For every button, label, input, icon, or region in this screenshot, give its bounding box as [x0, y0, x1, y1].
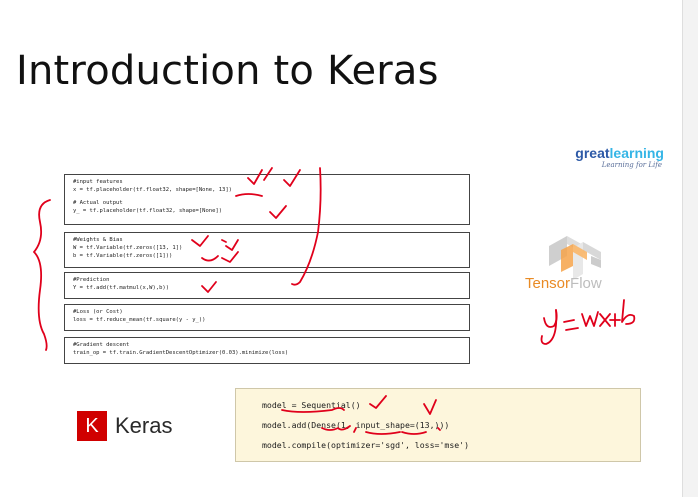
- code-line: #Weights & Bias: [73, 237, 123, 243]
- code-block-loss: #Loss (or Cost) loss = tf.reduce_mean(tf…: [64, 304, 470, 331]
- code-line: # Actual output: [73, 200, 123, 206]
- tensorflow-word-tensor: Tensor: [525, 275, 571, 292]
- keras-code-line: model = Sequential(): [262, 400, 361, 410]
- keras-code-block: model = Sequential() model.add(Dense(1, …: [235, 388, 641, 462]
- keras-code-line: model.add(Dense(1, input_shape=(13,))): [262, 420, 450, 430]
- vertical-scrollbar[interactable]: [682, 0, 698, 497]
- logo-great-text: great: [575, 145, 610, 161]
- code-block-weights: #Weights & Bias W = tf.Variable(tf.zeros…: [64, 232, 470, 268]
- tensorflow-wordmark: TensorFlow: [525, 275, 602, 292]
- keras-logo: K Keras: [77, 411, 172, 441]
- code-block-inputs: #input features x = tf.placeholder(tf.fl…: [64, 174, 470, 225]
- logo-tagline: Learning for Life: [601, 161, 662, 169]
- code-line: #Gradient descent: [73, 342, 130, 348]
- code-line: x = tf.placeholder(tf.float32, shape=[No…: [73, 187, 232, 193]
- code-line: train_op = tf.train.GradientDescentOptim…: [73, 350, 289, 356]
- code-line: #Prediction: [73, 277, 110, 283]
- code-line: #input features: [73, 179, 123, 185]
- code-line: W = tf.Variable(tf.zeros([13, 1]): [73, 245, 183, 251]
- keras-icon: K: [77, 411, 107, 441]
- code-block-gradient: #Gradient descent train_op = tf.train.Gr…: [64, 337, 470, 364]
- greatlearning-logo: greatlearning Learning for Life: [554, 145, 664, 175]
- keras-wordmark: Keras: [115, 413, 173, 438]
- code-line: y_ = tf.placeholder(tf.float32, shape=[N…: [73, 208, 223, 214]
- code-line: loss = tf.reduce_mean(tf.square(y - y_)): [73, 317, 206, 323]
- code-line: #Loss (or Cost): [73, 309, 123, 315]
- code-line: Y = tf.add(tf.matmul(x,W),b)): [73, 285, 170, 291]
- logo-learning-text: learning: [609, 145, 664, 161]
- page-title: Introduction to Keras: [16, 48, 439, 94]
- code-line: b = tf.Variable(tf.zeros([1])): [73, 253, 173, 259]
- tensorflow-word-flow: Flow: [570, 275, 602, 292]
- keras-code-line: model.compile(optimizer='sgd', loss='mse…: [262, 440, 470, 450]
- slide: Introduction to Keras greatlearning Lear…: [0, 0, 682, 497]
- code-block-prediction: #Prediction Y = tf.add(tf.matmul(x,W),b)…: [64, 272, 470, 299]
